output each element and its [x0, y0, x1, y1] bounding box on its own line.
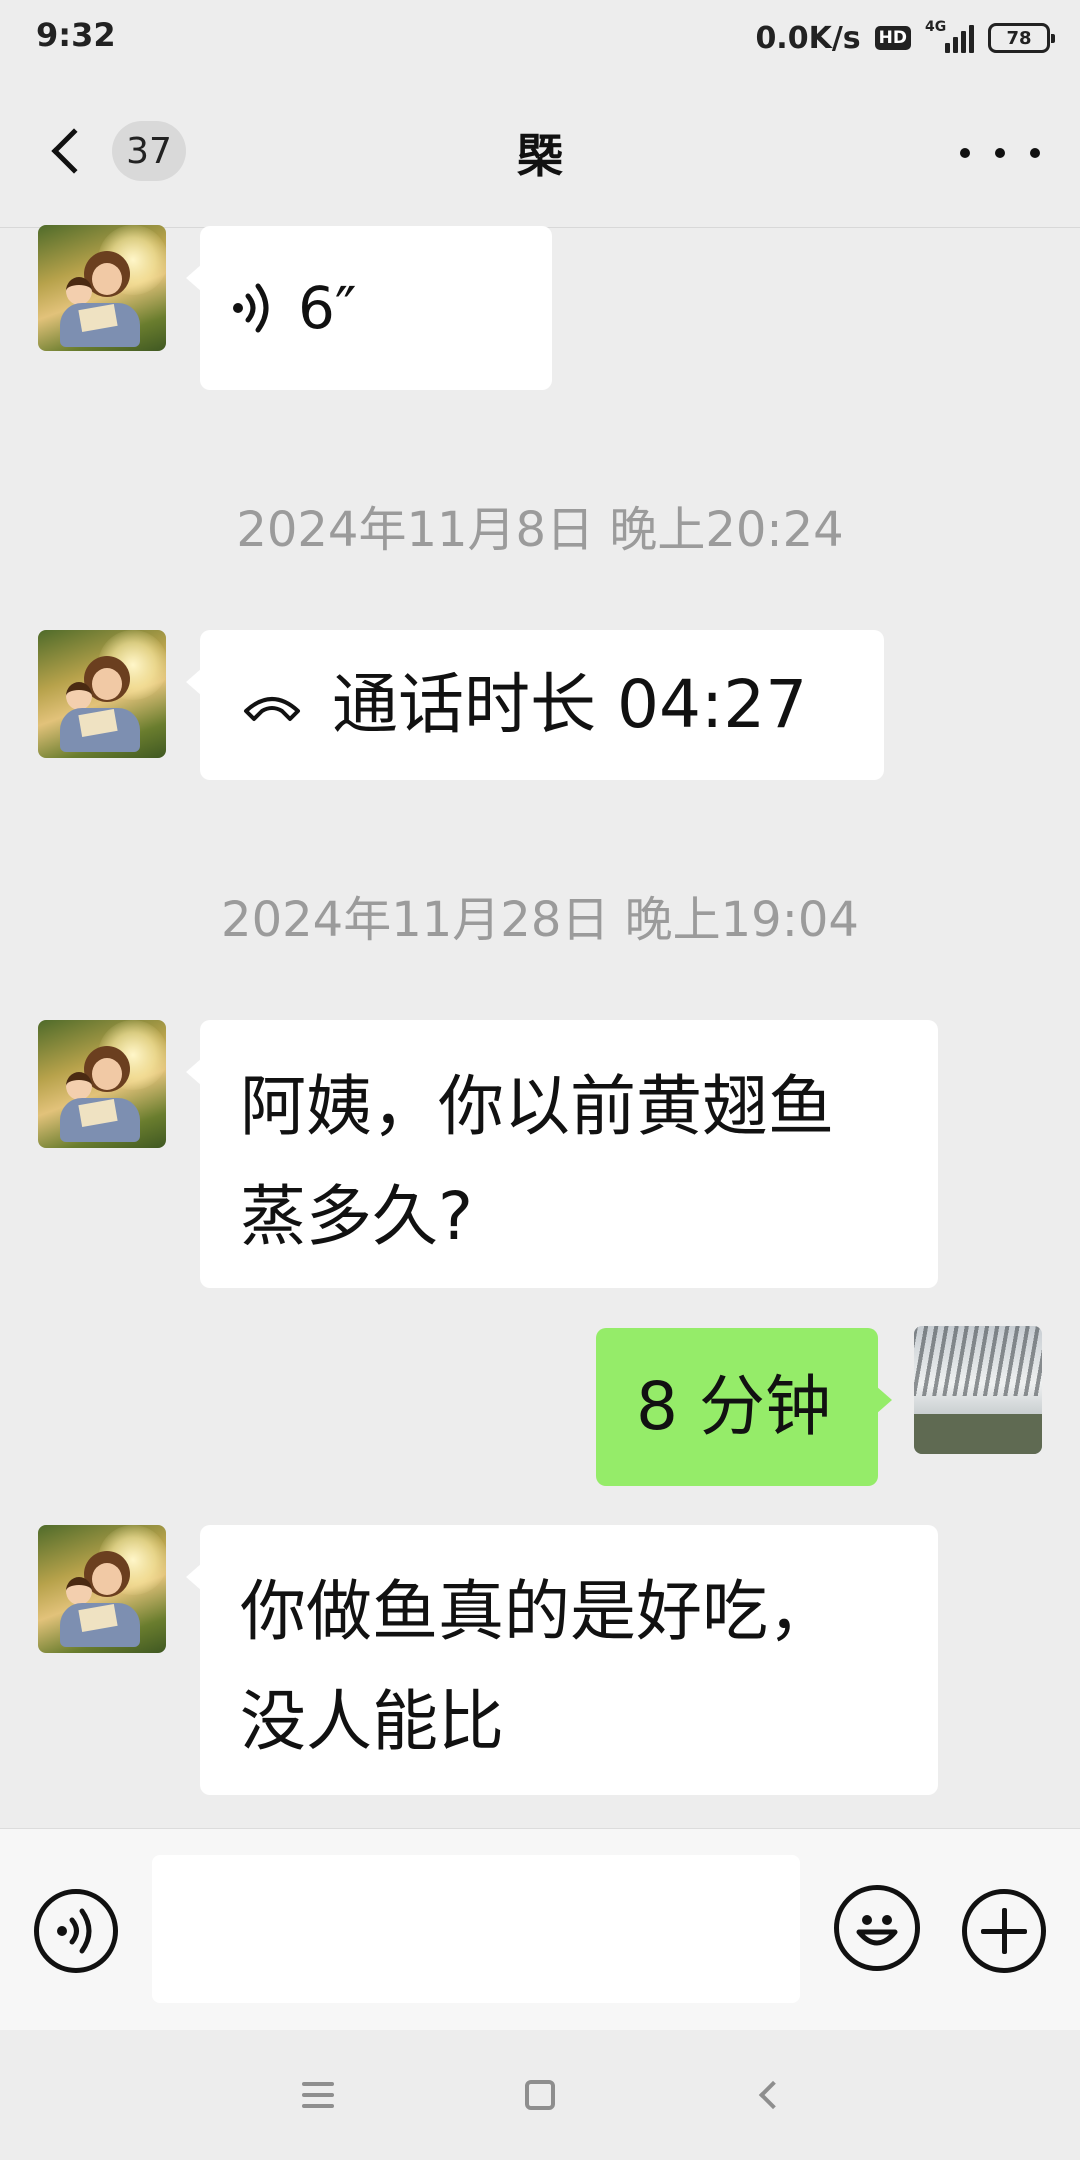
message-text-line: 蒸多久?: [240, 1178, 474, 1255]
voice-wave-icon: [233, 283, 269, 333]
contact-avatar[interactable]: [38, 1525, 166, 1653]
battery-level: 78: [1006, 27, 1032, 49]
text-message-bubble[interactable]: 阿姨，你以前黄翅鱼 蒸多久?: [186, 1020, 938, 1288]
signal-bar: [961, 31, 966, 53]
message-input[interactable]: [152, 1855, 800, 2003]
message-timestamp: 2024年11月28日 晚上19:04: [221, 892, 859, 948]
emoji-button[interactable]: [834, 1885, 920, 1971]
signal-bar: [969, 25, 974, 53]
status-indicators: 0.0K/s HD 4G 78: [755, 16, 1055, 60]
message-input-bar: [0, 1828, 1080, 2030]
status-bar: 9:32 0.0K/s HD 4G 78: [0, 0, 1080, 76]
system-navigation-bar: [0, 2030, 1080, 2160]
home-icon[interactable]: [510, 2070, 570, 2120]
voice-message-bubble[interactable]: 6″: [186, 226, 552, 390]
chat-title: 槩: [517, 129, 563, 183]
contact-avatar[interactable]: [38, 630, 166, 758]
message-text: 8 分钟: [636, 1368, 831, 1445]
message-text-line: 阿姨，你以前黄翅鱼: [240, 1068, 834, 1145]
back-icon[interactable]: [738, 2070, 798, 2120]
network-type: 4G: [925, 19, 947, 35]
message-text-line: 你做鱼真的是好吃，: [240, 1573, 834, 1650]
phone-hangup-icon: [244, 697, 300, 721]
chat-header: 37 槩: [0, 76, 1080, 228]
menu-icon[interactable]: [288, 2070, 348, 2120]
more-button[interactable]: [960, 128, 1040, 178]
voice-input-icon[interactable]: [53, 1907, 99, 1955]
voice-input-button[interactable]: [34, 1889, 118, 1973]
call-record-bubble[interactable]: 通话时长 04:27: [186, 630, 884, 780]
network-speed: 0.0K/s: [755, 20, 861, 56]
signal-icon: 4G: [925, 19, 974, 53]
more-dot: [995, 148, 1005, 158]
more-dot: [960, 148, 970, 158]
my-avatar[interactable]: [914, 1326, 1042, 1454]
text-message-bubble[interactable]: 8 分钟: [596, 1328, 892, 1486]
hd-icon: HD: [874, 26, 911, 50]
signal-bar: [945, 43, 950, 53]
battery-icon: 78: [988, 23, 1055, 53]
text-message-bubble[interactable]: 你做鱼真的是好吃， 没人能比: [186, 1525, 938, 1795]
more-dot: [1030, 148, 1040, 158]
call-duration-text: 通话时长 04:27: [332, 666, 808, 743]
voice-duration: 6″: [298, 274, 357, 342]
contact-avatar[interactable]: [38, 225, 166, 351]
status-time: 9:32: [36, 16, 116, 54]
contact-avatar[interactable]: [38, 1020, 166, 1148]
signal-bar: [953, 37, 958, 53]
plus-button[interactable]: [962, 1889, 1046, 1973]
emoji-icon[interactable]: [845, 1896, 909, 1960]
message-text-line: 没人能比: [240, 1683, 504, 1760]
chat-screen: 9:32 0.0K/s HD 4G 78 37 槩 6″ 2024年11月8日 …: [0, 0, 1080, 2160]
message-timestamp: 2024年11月8日 晚上20:24: [236, 502, 844, 558]
